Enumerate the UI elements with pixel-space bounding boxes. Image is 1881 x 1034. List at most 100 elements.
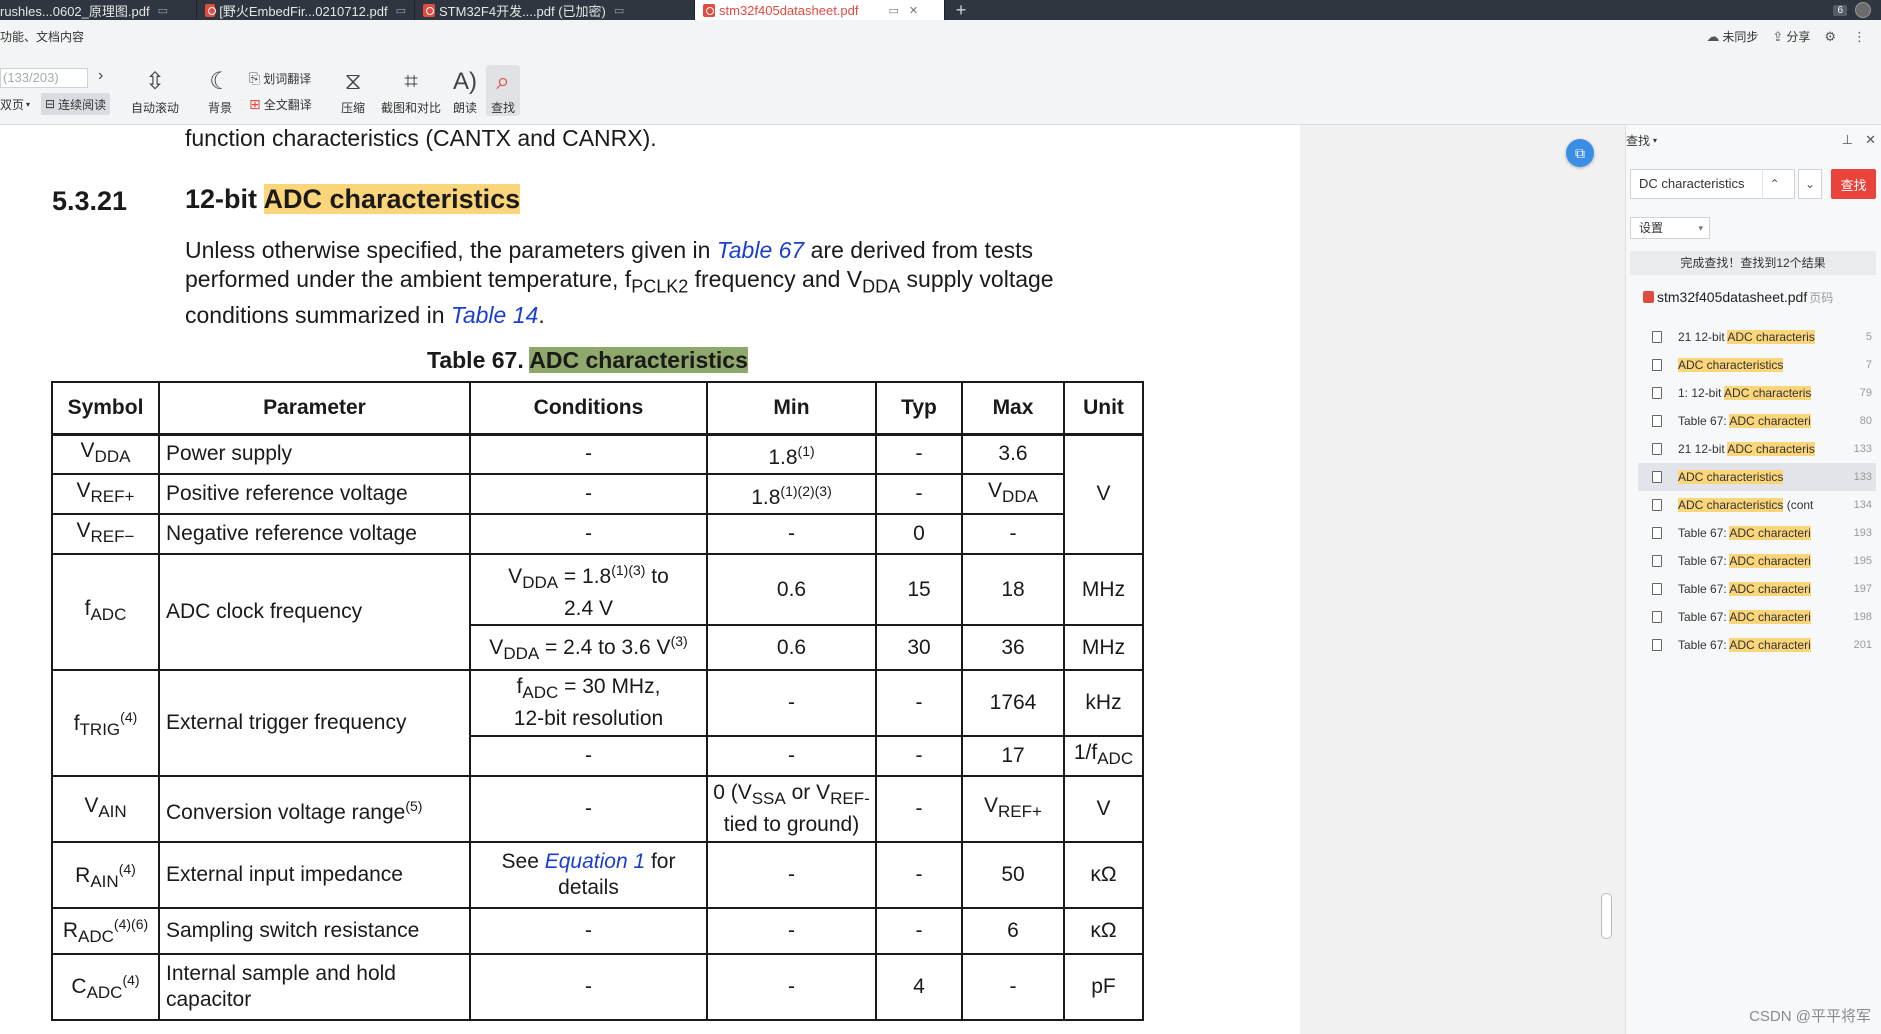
chevron-up-icon[interactable]: ⌃ bbox=[1762, 169, 1786, 199]
result-hit: ADC characteri bbox=[1729, 526, 1811, 540]
word-translate-button[interactable]: ⎘ 划词翻译 bbox=[249, 70, 311, 87]
chevron-down-icon[interactable]: ⌄ bbox=[1798, 169, 1822, 199]
search-result-item[interactable]: 1: 12-bit ADC characteris 79 bbox=[1638, 379, 1876, 407]
symbol-cell: VDDA bbox=[51, 433, 160, 475]
search-result-item[interactable]: ADC characteristics 7 bbox=[1638, 351, 1876, 379]
typ-cell: - bbox=[875, 669, 963, 738]
continuous-read-button[interactable]: ⊟ 连续阅读 bbox=[41, 93, 111, 115]
search-result-item[interactable]: ADC characteristics (cont 134 bbox=[1638, 491, 1876, 519]
sync-button[interactable]: ☁ 未同步 bbox=[1706, 28, 1758, 45]
max-cell: - bbox=[961, 513, 1065, 555]
more-icon[interactable]: ⋮ bbox=[1853, 29, 1866, 45]
find-settings-dropdown[interactable]: 设置 ▾ bbox=[1630, 217, 1710, 239]
tab-schematic-pdf[interactable]: rushles...0602_原理图.pdf ▭ bbox=[0, 0, 197, 20]
typ-cell: - bbox=[875, 473, 963, 515]
tab-device-icon[interactable]: ▭ bbox=[158, 4, 168, 17]
search-result-item[interactable]: ADC characteristics 133 bbox=[1638, 463, 1876, 491]
tabbar-right: 6 bbox=[1833, 0, 1881, 20]
compress-button[interactable]: ⧖ 压缩 bbox=[328, 65, 378, 116]
result-page: 197 bbox=[1853, 583, 1872, 595]
typ-cell: - bbox=[875, 841, 963, 910]
search-result-item[interactable]: Table 67: ADC characteri 195 bbox=[1638, 547, 1876, 575]
pdf-file-icon bbox=[423, 3, 435, 17]
full-translate-button[interactable]: ⊞ 全文翻译 bbox=[249, 96, 312, 113]
pin-icon[interactable]: ⊥ bbox=[1842, 132, 1853, 148]
result-text: ADC characteristics (cont bbox=[1678, 498, 1814, 512]
tab-stm32f405-datasheet[interactable]: stm32f405datasheet.pdf ▭ ✕ bbox=[695, 0, 945, 20]
table-14-link[interactable]: Table 14 bbox=[451, 302, 538, 328]
table-row: RAIN(4) External input impedance See Equ… bbox=[51, 841, 1144, 910]
close-icon[interactable]: ✕ bbox=[1865, 132, 1876, 148]
tab-device-icon[interactable]: ▭ bbox=[396, 4, 406, 17]
compress-label: 压缩 bbox=[340, 101, 365, 115]
pdf-file-icon bbox=[205, 3, 217, 17]
result-hit: ADC characteri bbox=[1729, 582, 1811, 596]
tab-bar: rushles...0602_原理图.pdf ▭ [野火EmbedFir...0… bbox=[0, 0, 1881, 20]
floating-tool-button[interactable]: ⧉ bbox=[1566, 139, 1594, 167]
tab-device-icon[interactable]: ▭ bbox=[889, 4, 899, 17]
search-result-item[interactable]: 21 12-bit ADC characteris 133 bbox=[1638, 435, 1876, 463]
background-label: 背景 bbox=[207, 101, 232, 115]
screenshot-compare-button[interactable]: ⌗ 截图和对比 bbox=[378, 65, 444, 116]
result-file-name: stm32f405datasheet.pdf bbox=[1657, 289, 1808, 305]
scrollbar-thumb[interactable] bbox=[1601, 893, 1612, 939]
functions-menu[interactable]: 功能、文档内容 bbox=[0, 28, 84, 45]
parameter-cell: Negative reference voltage bbox=[158, 513, 471, 555]
settings-icon[interactable]: ⚙ bbox=[1824, 29, 1836, 45]
find-button[interactable]: 查找 bbox=[1831, 169, 1876, 199]
symbol-cell: RAIN(4) bbox=[51, 841, 160, 910]
tab-stm32f4-dev-pdf[interactable]: STM32F4开发....pdf (已加密) ▭ bbox=[415, 0, 695, 20]
share-button[interactable]: ⇪ 分享 bbox=[1772, 28, 1810, 45]
double-page-label: 双页 bbox=[0, 97, 25, 112]
document-icon bbox=[1652, 583, 1662, 595]
parameter-cell: Internal sample and hold capacitor bbox=[158, 952, 471, 1021]
next-page-icon[interactable]: › bbox=[98, 67, 103, 85]
auto-scroll-button[interactable]: ⇳ 自动滚动 bbox=[126, 65, 184, 116]
min-cell: 0 (VSSA or VREF-tied to ground) bbox=[706, 775, 877, 844]
read-aloud-button[interactable]: A) 朗读 bbox=[447, 65, 483, 116]
min-cell: 0.6 bbox=[706, 624, 877, 672]
section-number: 5.3.21 bbox=[52, 186, 128, 216]
search-result-item[interactable]: Table 67: ADC characteri 198 bbox=[1638, 603, 1876, 631]
max-cell: 1764 bbox=[961, 669, 1065, 738]
double-page-button[interactable]: 双页 ▾ bbox=[0, 93, 30, 115]
translate-doc-icon: ⊞ bbox=[249, 96, 261, 112]
pdf-file-icon bbox=[1643, 291, 1654, 303]
conditions-cell: - bbox=[469, 433, 708, 475]
toolbar-top-right: ☁ 未同步 ⇪ 分享 ⚙ ⋮ bbox=[1706, 28, 1869, 45]
search-result-item[interactable]: Table 67: ADC characteri 201 bbox=[1638, 631, 1876, 659]
search-result-item[interactable]: Table 67: ADC characteri 193 bbox=[1638, 519, 1876, 547]
conditions-cell: - bbox=[469, 952, 708, 1021]
chevron-down-icon: ▾ bbox=[26, 99, 31, 109]
background-button[interactable]: ☾ 背景 bbox=[195, 65, 245, 116]
max-cell: 3.6 bbox=[961, 433, 1065, 475]
share-icon: ⇪ bbox=[1772, 29, 1784, 44]
result-text: ADC characteristics bbox=[1678, 358, 1828, 372]
find-panel-title[interactable]: 查找 bbox=[1626, 132, 1650, 149]
search-result-item[interactable]: Table 67: ADC characteri 80 bbox=[1638, 407, 1876, 435]
parameter-cell: Conversion voltage range(5) bbox=[158, 775, 471, 844]
result-hit: ADC characteri bbox=[1729, 610, 1811, 624]
conditions-cell: - bbox=[469, 907, 708, 955]
search-result-item[interactable]: Table 67: ADC characteri 197 bbox=[1638, 575, 1876, 603]
find-tool-button[interactable]: ⌕ 查找 bbox=[486, 65, 520, 116]
result-summary: 完成查找！查找到12个结果 bbox=[1630, 251, 1876, 275]
search-highlight: ADC characteristics bbox=[263, 184, 521, 214]
new-tab-icon[interactable]: + bbox=[945, 0, 977, 20]
result-file-row[interactable]: stm32f405datasheet.pdf 页码 bbox=[1643, 286, 1876, 308]
table-67-link[interactable]: Table 67 bbox=[717, 237, 804, 263]
result-hit: ADC characteri bbox=[1729, 554, 1811, 568]
tab-count-badge[interactable]: 6 bbox=[1833, 4, 1847, 16]
close-tab-icon[interactable]: ✕ bbox=[909, 4, 918, 17]
document-icon bbox=[1652, 527, 1662, 539]
result-page: 79 bbox=[1859, 387, 1872, 399]
equation-1-link[interactable]: Equation 1 bbox=[545, 850, 645, 873]
table-row: VREF− Negative reference voltage - - 0 - bbox=[51, 513, 1143, 555]
tab-embedfire-pdf[interactable]: [野火EmbedFir...0210712.pdf ▭ bbox=[197, 0, 415, 20]
tab-device-icon[interactable]: ▭ bbox=[614, 4, 624, 17]
avatar[interactable] bbox=[1855, 2, 1871, 18]
page-column-label: 页码 bbox=[1809, 290, 1834, 305]
search-result-item[interactable]: 21 12-bit ADC characteris 5 bbox=[1638, 323, 1876, 351]
watermark: CSDN @平平将军 bbox=[1749, 1008, 1871, 1025]
page-number-input[interactable]: (133/203) bbox=[0, 68, 88, 88]
